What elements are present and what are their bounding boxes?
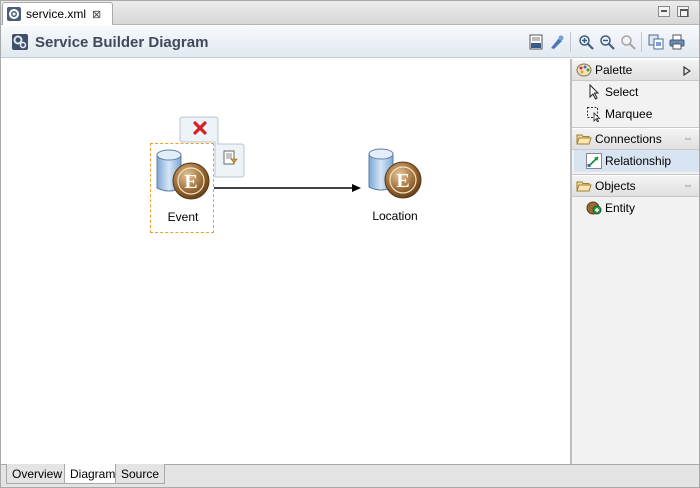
- tab-source[interactable]: Source: [115, 464, 166, 484]
- tab-overview[interactable]: Overview: [6, 464, 69, 484]
- palette-drawer-label: Connections: [595, 132, 662, 146]
- print-icon[interactable]: [669, 34, 685, 50]
- entity-label: Event: [167, 210, 199, 224]
- drawer-pin-icon[interactable]: ⇔: [683, 133, 693, 144]
- palette-tools: Select Marquee: [572, 81, 699, 128]
- layout-icon[interactable]: [549, 34, 565, 50]
- editor-tab-service-xml[interactable]: service.xml ⊠: [2, 2, 113, 25]
- relationship-connection[interactable]: [1, 59, 570, 464]
- entity-letter: E: [184, 171, 197, 193]
- palette-tool-marquee[interactable]: Marquee: [572, 103, 699, 125]
- diagram-header: Service Builder Diagram: [1, 26, 699, 58]
- cursor-icon: [589, 84, 600, 100]
- delete-icon[interactable]: [193, 121, 207, 135]
- palette-tool-relationship[interactable]: Relationship: [574, 150, 699, 172]
- copy-image-icon[interactable]: [648, 34, 664, 50]
- editor-page-tabs: Overview Diagram Source: [1, 464, 699, 487]
- tab-diagram[interactable]: Diagram: [64, 464, 122, 484]
- entity-letter: E: [396, 170, 409, 192]
- palette-icon: [576, 63, 592, 77]
- toolbar-separator: [641, 32, 642, 52]
- edit-document-icon[interactable]: [222, 150, 238, 166]
- zoom-out-icon[interactable]: [599, 34, 615, 50]
- entity-label: Location: [372, 209, 418, 223]
- palette-drawer-items: Entity: [572, 197, 699, 219]
- entity-icon: E: [156, 149, 210, 200]
- maximize-button[interactable]: [677, 6, 689, 17]
- diagram-canvas[interactable]: E Event E Location: [1, 59, 570, 464]
- palette-tool-label: Relationship: [605, 154, 672, 168]
- entity-tool-icon: [586, 201, 602, 215]
- editor-window: service.xml ⊠ Service Builder Diagram E …: [0, 0, 700, 488]
- palette-tool-label: Select: [605, 85, 639, 99]
- service-builder-icon: [12, 34, 28, 50]
- zoom-in-icon[interactable]: [578, 34, 594, 50]
- entity-icon: E: [368, 148, 422, 199]
- palette-header[interactable]: Palette: [572, 59, 699, 81]
- zoom-fit-icon[interactable]: [620, 34, 636, 50]
- page-title: Service Builder Diagram: [35, 34, 209, 51]
- drawer-pin-icon[interactable]: ⇔: [683, 180, 693, 191]
- collapse-palette-icon[interactable]: [683, 66, 691, 76]
- palette-drawer-items: Relationship: [572, 150, 699, 175]
- palette-title: Palette: [595, 63, 633, 77]
- palette-tool-label: Marquee: [605, 107, 653, 121]
- folder-open-icon: [576, 134, 592, 145]
- relationship-icon: [586, 153, 602, 169]
- editor-tab-bar: service.xml ⊠: [1, 1, 699, 25]
- palette-tool-select[interactable]: Select: [572, 81, 699, 103]
- entity-node-event[interactable]: E Event: [150, 143, 214, 233]
- close-icon[interactable]: ⊠: [92, 8, 101, 21]
- folder-open-icon: [576, 181, 592, 192]
- palette-tool-label: Entity: [605, 201, 636, 215]
- service-builder-icon: [7, 7, 21, 21]
- binary-icon[interactable]: [528, 34, 544, 50]
- palette-drawer-connections[interactable]: Connections ⇔: [572, 128, 699, 150]
- marquee-icon: [587, 107, 601, 122]
- palette-tool-entity[interactable]: Entity: [572, 197, 699, 219]
- palette-drawer-objects[interactable]: Objects ⇔: [572, 175, 699, 197]
- palette-drawer-label: Objects: [595, 179, 636, 193]
- editor-tab-label: service.xml: [26, 7, 87, 21]
- entity-node-location[interactable]: E Location: [363, 143, 427, 233]
- minimize-button[interactable]: [658, 6, 670, 17]
- toolbar-separator: [570, 32, 571, 52]
- palette: Palette Select Marquee Connections ⇔ Rel…: [572, 59, 699, 464]
